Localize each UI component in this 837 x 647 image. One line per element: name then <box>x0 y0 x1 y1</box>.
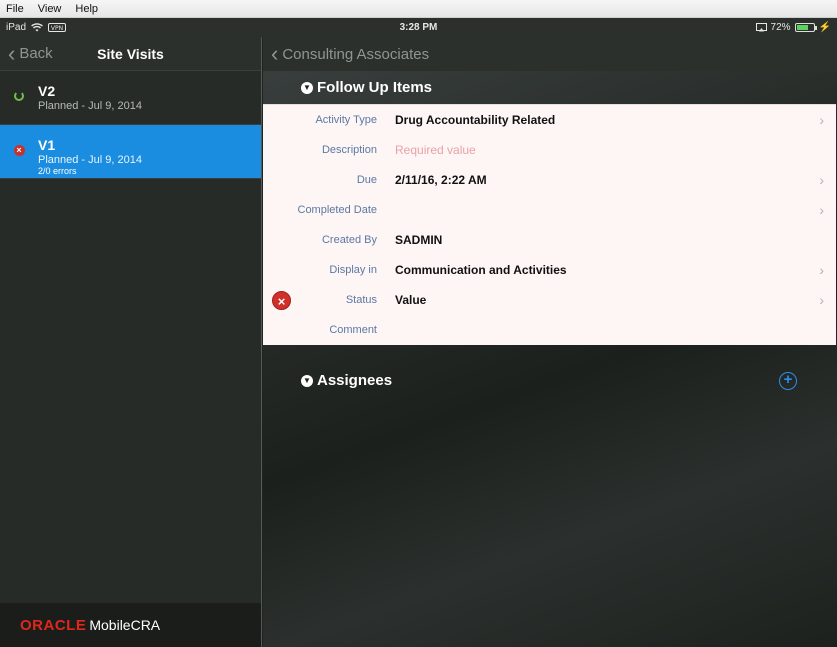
assignees-title: Assignees <box>317 372 393 389</box>
field-label: Description <box>321 144 377 156</box>
field-description[interactable]: Description Required value <box>263 135 836 165</box>
wifi-icon <box>31 23 43 32</box>
oracle-logo: ORACLE <box>20 616 87 634</box>
add-assignee-button[interactable]: + <box>779 371 797 390</box>
collapse-caret-icon[interactable]: ▼ <box>301 374 313 387</box>
field-label: Activity Type <box>315 114 377 126</box>
battery-icon <box>794 23 817 32</box>
visit-row-v2[interactable]: V2 Planned - Jul 9, 2014 <box>0 71 261 125</box>
menu-view[interactable]: View <box>38 3 62 15</box>
error-icon: × <box>272 290 291 310</box>
chevron-left-icon: ‹ <box>271 41 279 66</box>
field-completed-date[interactable]: Completed Date › <box>263 195 836 225</box>
field-activity-type[interactable]: Activity Type Drug Accountability Relate… <box>263 105 836 135</box>
site-visits-pane: ‹ Back Site Visits V2 Planned - Jul 9, 2… <box>0 37 262 647</box>
chevron-right-icon: › <box>819 172 824 188</box>
field-value: SADMIN <box>395 233 443 247</box>
field-value: Communication and Activities <box>395 263 567 277</box>
right-back-label: Consulting Associates <box>282 45 430 63</box>
visit-subtitle: Planned - Jul 9, 2014 <box>38 154 142 166</box>
chevron-right-icon: › <box>819 112 824 128</box>
chevron-left-icon: ‹ <box>8 40 16 66</box>
field-display-in[interactable]: Display in Communication and Activities … <box>263 255 836 285</box>
back-label: Back <box>19 45 53 62</box>
chevron-right-icon: › <box>819 262 824 278</box>
field-label: Completed Date <box>297 204 378 216</box>
device-label: iPad <box>6 22 27 33</box>
field-label: Display in <box>329 264 377 276</box>
app-footer: ORACLE MobileCRA <box>0 603 261 647</box>
svg-text:VPN: VPN <box>51 25 63 32</box>
field-label: Due <box>356 174 377 186</box>
menu-bar: File View Help <box>0 0 837 18</box>
status-time: 3:28 PM <box>399 22 438 33</box>
field-label: Created By <box>321 234 377 246</box>
menu-help[interactable]: Help <box>75 3 98 15</box>
field-due[interactable]: Due 2/11/16, 2:22 AM › <box>263 165 836 195</box>
field-value: Drug Accountability Related <box>395 113 556 127</box>
description-placeholder: Required value <box>395 143 476 157</box>
visit-subtitle: Planned - Jul 9, 2014 <box>38 100 142 112</box>
left-nav-bar: ‹ Back Site Visits <box>0 37 261 71</box>
field-comment[interactable]: Comment <box>263 315 836 345</box>
visit-name: V2 <box>38 83 56 99</box>
detail-pane: ‹ Consulting Associates ▼ Follow Up Item… <box>263 37 837 647</box>
visit-name: V1 <box>38 137 56 153</box>
battery-percent: 72% <box>770 22 791 33</box>
field-label: Comment <box>329 324 377 336</box>
chevron-right-icon: › <box>819 292 824 308</box>
back-button[interactable]: ‹ Back <box>0 40 53 66</box>
visit-row-v1[interactable]: × V1 Planned - Jul 9, 2014 2/0 errors <box>0 125 261 179</box>
status-bar: iPad VPN 3:28 PM 72% ⚡ <box>0 18 837 37</box>
assignees-section-header: ▼ Assignees + <box>263 364 837 397</box>
field-created-by: Created By SADMIN <box>263 225 836 255</box>
product-name: MobileCRA <box>89 617 161 633</box>
field-value: Value <box>395 293 427 307</box>
field-status[interactable]: × Status Value › <box>263 285 836 315</box>
chevron-right-icon: › <box>819 202 824 218</box>
follow-up-form: Activity Type Drug Accountability Relate… <box>263 104 836 345</box>
menu-file[interactable]: File <box>6 3 24 15</box>
sync-pending-icon <box>14 91 24 101</box>
error-icon: × <box>13 145 25 156</box>
screen-mirror-icon <box>755 23 767 32</box>
charging-icon: ⚡ <box>818 22 831 33</box>
collapse-caret-icon: ▼ <box>301 81 313 94</box>
vpn-icon: VPN <box>48 23 67 32</box>
follow-up-title: Follow Up Items <box>317 79 433 96</box>
follow-up-section-header[interactable]: ▼ Follow Up Items <box>263 71 837 104</box>
visit-error-count: 2/0 errors <box>38 166 77 176</box>
field-value: 2/11/16, 2:22 AM <box>395 173 487 187</box>
consulting-associates-back-button[interactable]: ‹ Consulting Associates <box>263 37 837 71</box>
